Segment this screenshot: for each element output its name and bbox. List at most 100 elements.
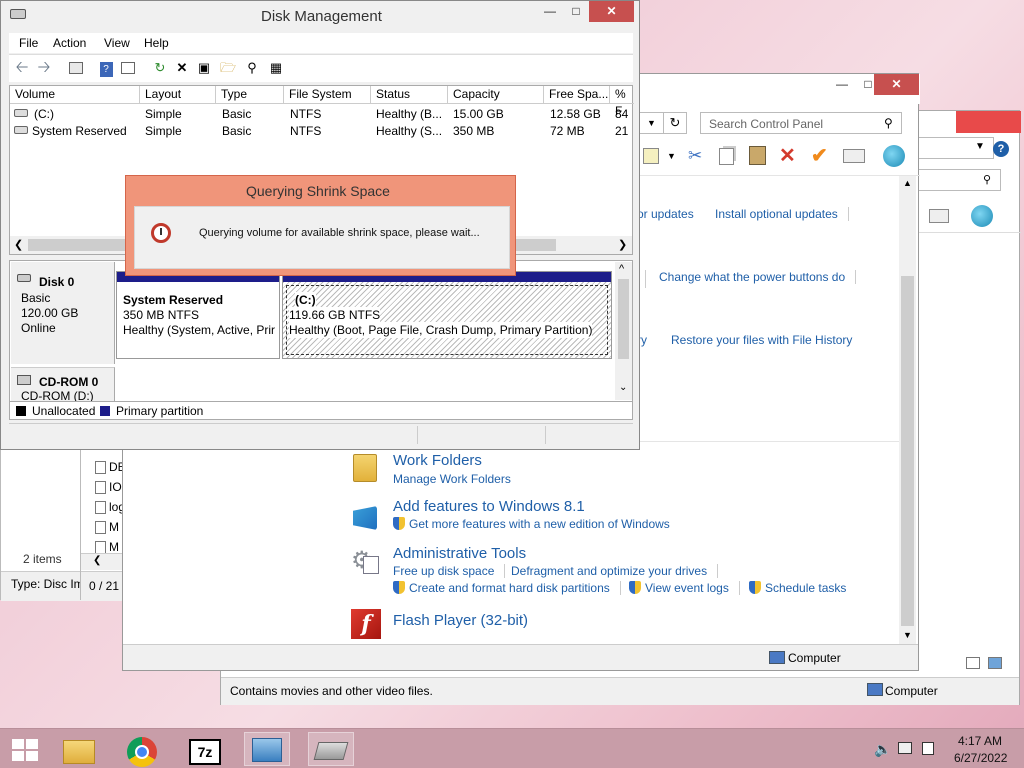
globe-icon[interactable] — [971, 205, 993, 227]
col-layout[interactable]: Layout — [140, 86, 216, 103]
search-input[interactable]: Search Control Panel ⚲ — [700, 112, 902, 134]
work-folders-title[interactable]: Work Folders — [393, 452, 482, 469]
taskbar-control-panel[interactable] — [244, 732, 290, 766]
cut-icon[interactable]: ✂ — [688, 146, 702, 166]
restore-files-link[interactable]: Restore your files with File History — [671, 333, 852, 347]
help-book-icon[interactable]: ? — [97, 59, 115, 77]
partition-status: Healthy (Boot, Page File, Crash Dump, Pr… — [289, 322, 593, 338]
get-more-features-link[interactable]: Get more features with a new edition of … — [409, 517, 670, 531]
vertical-scrollbar[interactable]: ▲ ▼ — [899, 176, 916, 644]
delete-icon[interactable]: ✕ — [173, 59, 191, 77]
taskbar-7zip[interactable]: 7z — [184, 732, 228, 766]
close-button[interactable]: ✕ — [589, 1, 634, 22]
details-view-icon[interactable] — [966, 657, 980, 669]
defragment-link[interactable]: Defragment and optimize your drives — [511, 564, 719, 578]
chevron-down-icon[interactable]: ▼ — [647, 118, 656, 128]
manage-work-folders-link[interactable]: Manage Work Folders — [393, 472, 511, 486]
rename-icon[interactable] — [843, 149, 865, 163]
settings-list-icon[interactable]: ▦ — [267, 59, 285, 77]
taskbar-disk-management[interactable] — [308, 732, 354, 766]
taskbar-file-explorer[interactable] — [56, 732, 100, 766]
list-item[interactable]: log — [95, 499, 125, 515]
scroll-left-icon[interactable]: ❮ — [93, 555, 101, 566]
table-row[interactable]: (C:) Simple Basic NTFS Healthy (B... 15.… — [10, 106, 634, 123]
copy-icon[interactable] — [719, 148, 734, 165]
scroll-left-icon[interactable]: ❮ — [14, 238, 23, 251]
scroll-thumb[interactable] — [901, 276, 914, 626]
graphical-vertical-scrollbar[interactable]: ^ ⌄ — [615, 262, 632, 400]
disk0-label-panel[interactable]: Disk 0 Basic 120.00 GB Online — [11, 262, 115, 364]
checkmark-icon[interactable]: ✔ — [811, 143, 828, 168]
open-folder-icon[interactable]: 🗁 — [219, 59, 237, 77]
close-button[interactable]: ✕ — [874, 74, 919, 95]
taskbar-chrome[interactable] — [120, 732, 164, 767]
chevron-down-icon[interactable]: ▼ — [975, 141, 985, 152]
schedule-tasks-link[interactable]: Schedule tasks — [765, 581, 846, 595]
c-drive-partition[interactable]: (C:) 119.66 GB NTFS Healthy (Boot, Page … — [282, 271, 612, 359]
dropdown-icon[interactable]: ▼ — [667, 151, 676, 161]
col-percent-free[interactable]: % F — [610, 86, 634, 118]
menu-help[interactable]: Help — [144, 36, 169, 50]
list-item[interactable]: IO — [95, 479, 122, 495]
flash-player-title[interactable]: Flash Player (32-bit) — [393, 612, 528, 629]
help-icon[interactable]: ? — [993, 141, 1009, 157]
tiles-view-icon[interactable] — [988, 657, 1002, 669]
address-bar[interactable]: ▼ — [916, 137, 994, 159]
view-event-logs-link[interactable]: View event logs — [645, 581, 740, 595]
scroll-thumb[interactable] — [618, 279, 629, 359]
table-row[interactable]: System Reserved Simple Basic NTFS Health… — [10, 123, 634, 140]
paste-icon[interactable] — [749, 146, 766, 165]
view-icons[interactable] — [966, 657, 1006, 671]
primary-partition-swatch — [100, 406, 110, 416]
search-icon[interactable]: ⚲ — [983, 173, 991, 186]
clock-time[interactable]: 4:17 AM — [958, 734, 1002, 748]
add-features-title[interactable]: Add features to Windows 8.1 — [393, 498, 585, 515]
menu-view[interactable]: View — [104, 36, 130, 50]
search-icon[interactable]: ⚲ — [243, 59, 261, 77]
col-status[interactable]: Status — [371, 86, 448, 103]
scroll-down-icon[interactable]: ▼ — [903, 630, 912, 640]
free-up-disk-space-link[interactable]: Free up disk space — [393, 564, 506, 578]
action-center-icon[interactable] — [922, 742, 934, 755]
start-button[interactable] — [2, 732, 46, 766]
scroll-right-icon[interactable]: ❯ — [618, 238, 627, 251]
scroll-up-icon[interactable]: ^ — [619, 263, 624, 275]
minimize-button[interactable]: — — [829, 74, 855, 95]
back-arrow-icon[interactable]: 🡠 — [13, 59, 31, 77]
check-disk-icon[interactable]: ▣ — [195, 59, 213, 77]
properties-icon[interactable] — [119, 59, 137, 77]
delete-icon[interactable]: ✕ — [779, 143, 796, 168]
clock-date[interactable]: 6/27/2022 — [954, 751, 1007, 765]
refresh-button[interactable]: ↻ — [663, 112, 687, 134]
maximize-button[interactable]: □ — [563, 1, 589, 22]
menu-action[interactable]: Action — [53, 36, 86, 50]
search-box[interactable]: ⚲ — [916, 169, 1001, 191]
list-item[interactable]: M — [95, 519, 119, 535]
updates-link[interactable]: or updates — [637, 207, 694, 221]
col-file-system[interactable]: File System — [284, 86, 371, 103]
properties-icon[interactable] — [643, 148, 659, 164]
cp-status-bar: Computer — [123, 644, 918, 670]
network-icon[interactable] — [898, 742, 912, 754]
power-buttons-link[interactable]: Change what the power buttons do — [659, 270, 857, 284]
cdrom-label-panel[interactable]: CD-ROM 0 CD-ROM (D:) — [11, 367, 115, 402]
col-type[interactable]: Type — [216, 86, 284, 103]
install-optional-updates-link[interactable]: Install optional updates — [715, 207, 849, 221]
refresh-icon[interactable]: ↻ — [151, 59, 169, 77]
scroll-up-icon[interactable]: ▲ — [903, 178, 912, 188]
create-format-partitions-link[interactable]: Create and format hard disk partitions — [409, 581, 621, 595]
col-capacity[interactable]: Capacity — [448, 86, 544, 103]
minimize-button[interactable]: — — [537, 1, 563, 22]
rename-icon[interactable] — [929, 209, 949, 223]
scroll-down-icon[interactable]: ⌄ — [619, 382, 627, 393]
col-volume[interactable]: Volume — [10, 86, 140, 103]
search-icon[interactable]: ⚲ — [884, 116, 893, 130]
globe-icon[interactable] — [883, 145, 905, 167]
forward-arrow-icon[interactable]: 🡢 — [35, 59, 53, 77]
show-hide-tree-icon[interactable] — [67, 59, 85, 77]
system-reserved-partition[interactable]: System Reserved 350 MB NTFS Healthy (Sys… — [116, 271, 280, 359]
menu-file[interactable]: File — [19, 36, 38, 50]
col-free-space[interactable]: Free Spa... — [544, 86, 610, 103]
volume-muted-icon[interactable]: 🔈 — [874, 741, 891, 758]
administrative-tools-title[interactable]: Administrative Tools — [393, 545, 526, 562]
